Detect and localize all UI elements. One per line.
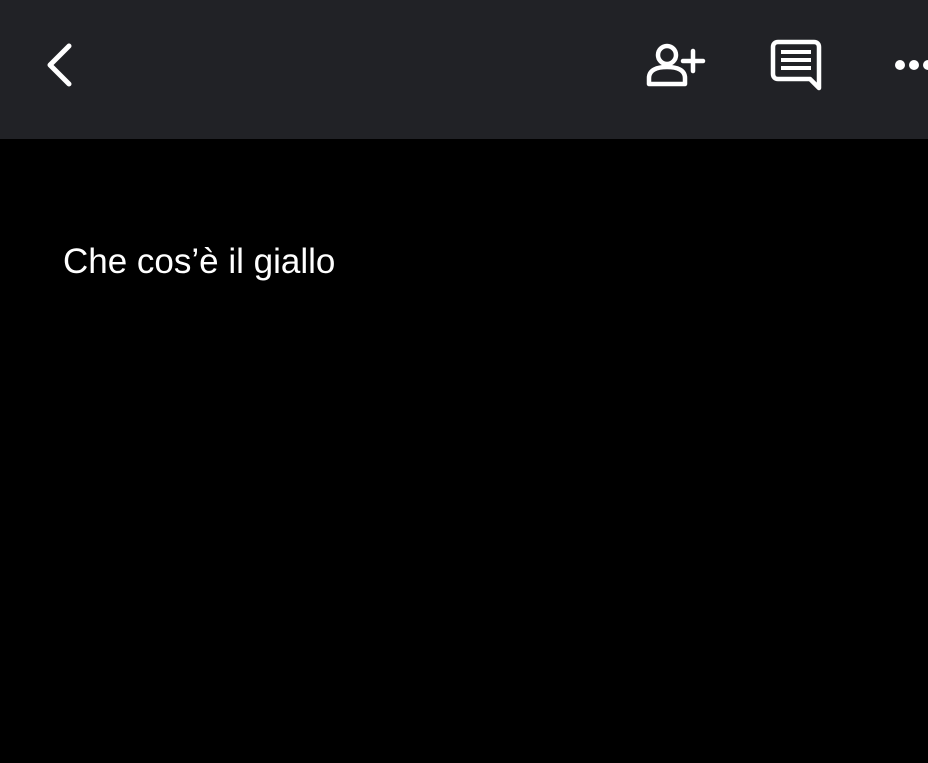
more-options-button[interactable] (880, 30, 928, 100)
more-horizontal-icon (895, 60, 928, 70)
document-text-line: Che cos’è il giallo (63, 242, 336, 281)
person-add-icon (646, 43, 706, 87)
top-toolbar (0, 0, 928, 139)
add-person-button[interactable] (636, 30, 716, 100)
back-button[interactable] (30, 30, 90, 100)
document-body[interactable]: Che cos’è il giallo (0, 139, 928, 763)
app-window: Che cos’è il giallo (0, 0, 928, 763)
comments-button[interactable] (756, 30, 836, 100)
chevron-left-icon (47, 43, 72, 87)
comment-icon (770, 39, 822, 91)
